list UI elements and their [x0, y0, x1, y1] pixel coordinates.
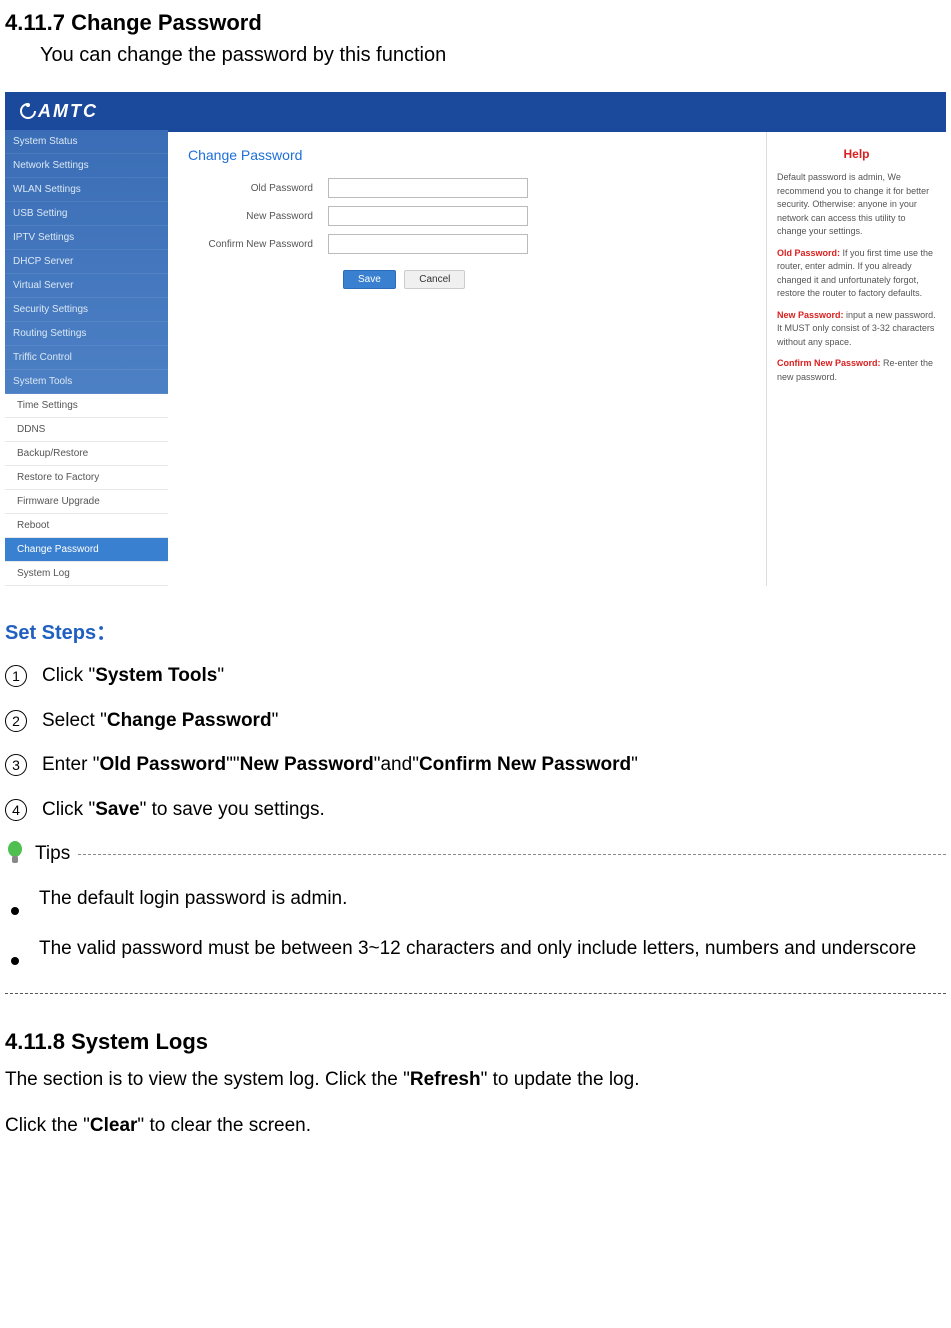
step-1: 1 Click "System Tools"	[5, 663, 946, 690]
circled-1-icon: 1	[5, 665, 27, 687]
sub-change-password[interactable]: Change Password	[5, 538, 168, 562]
sidebar-item-iptv-settings[interactable]: IPTV Settings	[5, 226, 168, 250]
section2-p2: Click the "Clear" to clear the screen.	[5, 1109, 946, 1143]
circled-2-icon: 2	[5, 710, 27, 732]
sub-system-log[interactable]: System Log	[5, 562, 168, 586]
help-old-password: Old Password: If you first time use the …	[777, 247, 936, 301]
router-header: AMTC	[5, 92, 946, 130]
sidebar-item-traffic-control[interactable]: Triffic Control	[5, 346, 168, 370]
save-button[interactable]: Save	[343, 270, 396, 289]
sub-restore-factory[interactable]: Restore to Factory	[5, 466, 168, 490]
tips-header: Tips	[5, 841, 946, 867]
sidebar: System Status Network Settings WLAN Sett…	[5, 130, 168, 586]
sidebar-item-security-settings[interactable]: Security Settings	[5, 298, 168, 322]
sidebar-item-network-settings[interactable]: Network Settings	[5, 154, 168, 178]
brand-logo: AMTC	[20, 101, 98, 122]
confirm-password-label: Confirm New Password	[188, 239, 328, 250]
sidebar-item-system-tools[interactable]: System Tools	[5, 370, 168, 394]
sub-firmware-upgrade[interactable]: Firmware Upgrade	[5, 490, 168, 514]
help-intro: Default password is admin, We recommend …	[777, 171, 936, 239]
section-intro: You can change the password by this func…	[40, 44, 946, 67]
sidebar-item-system-status[interactable]: System Status	[5, 130, 168, 154]
help-new-password: New Password: input a new password. It M…	[777, 309, 936, 350]
sub-ddns[interactable]: DDNS	[5, 418, 168, 442]
new-password-label: New Password	[188, 211, 328, 222]
help-panel: Help Default password is admin, We recom…	[766, 132, 946, 586]
tip-bullet-2: The valid password must be between 3~12 …	[5, 931, 946, 967]
confirm-password-input[interactable]	[328, 234, 528, 254]
section2-p1: The section is to view the system log. C…	[5, 1063, 946, 1097]
form-area: Change Password Old Password New Passwor…	[168, 132, 766, 586]
router-screenshot: AMTC System Status Network Settings WLAN…	[5, 92, 946, 586]
help-confirm-password: Confirm New Password: Re-enter the new p…	[777, 357, 936, 384]
set-steps-heading: Set Steps：	[5, 616, 946, 645]
sub-backup-restore[interactable]: Backup/Restore	[5, 442, 168, 466]
circled-4-icon: 4	[5, 799, 27, 821]
lightbulb-icon	[5, 841, 25, 867]
dashed-divider	[78, 854, 946, 855]
section-heading-4-11-8: 4.11.8 System Logs	[5, 1029, 946, 1055]
help-title: Help	[777, 147, 936, 161]
sidebar-item-usb-setting[interactable]: USB Setting	[5, 202, 168, 226]
step-3: 3 Enter "Old Password""New Password"and"…	[5, 752, 946, 779]
swoosh-icon	[20, 103, 36, 119]
sidebar-item-routing-settings[interactable]: Routing Settings	[5, 322, 168, 346]
circled-3-icon: 3	[5, 754, 27, 776]
step-2: 2 Select "Change Password"	[5, 708, 946, 735]
tips-label: Tips	[35, 843, 70, 865]
bullet-icon	[11, 907, 19, 915]
form-title: Change Password	[188, 147, 746, 163]
sub-reboot[interactable]: Reboot	[5, 514, 168, 538]
sidebar-item-wlan-settings[interactable]: WLAN Settings	[5, 178, 168, 202]
sidebar-item-virtual-server[interactable]: Virtual Server	[5, 274, 168, 298]
cancel-button[interactable]: Cancel	[404, 270, 465, 289]
old-password-input[interactable]	[328, 178, 528, 198]
bullet-icon	[11, 957, 19, 965]
tip-bullet-1: The default login password is admin.	[5, 881, 946, 917]
section-heading-4-11-7: 4.11.7 Change Password	[5, 10, 946, 36]
new-password-input[interactable]	[328, 206, 528, 226]
sidebar-item-dhcp-server[interactable]: DHCP Server	[5, 250, 168, 274]
dashed-divider-full	[5, 993, 946, 994]
step-4: 4 Click "Save" to save you settings.	[5, 797, 946, 824]
sub-time-settings[interactable]: Time Settings	[5, 394, 168, 418]
old-password-label: Old Password	[188, 183, 328, 194]
